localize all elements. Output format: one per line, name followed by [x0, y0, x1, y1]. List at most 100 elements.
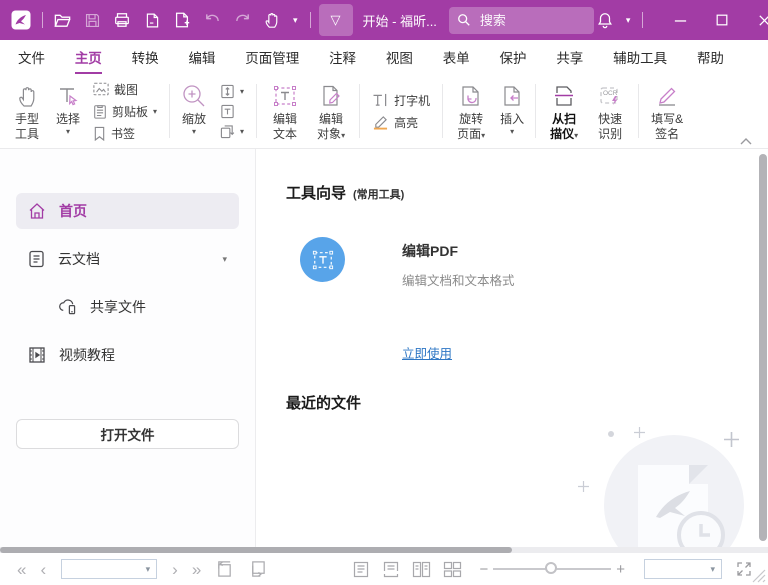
- print-icon[interactable]: [111, 9, 133, 31]
- menu-edit[interactable]: 编辑: [188, 39, 215, 75]
- insert-pages-button[interactable]: 插入 ▾: [500, 74, 524, 148]
- menu-convert[interactable]: 转换: [132, 39, 159, 75]
- zoom-slider-knob[interactable]: [545, 562, 557, 574]
- fit-width-button[interactable]: [220, 104, 244, 119]
- rotate-view-button[interactable]: ▾: [220, 124, 244, 139]
- menu-comment[interactable]: 注释: [329, 39, 356, 75]
- fit-width-icon: [220, 104, 235, 119]
- maximize-button[interactable]: [709, 7, 735, 33]
- notifications-caret-icon[interactable]: ▾: [626, 15, 631, 26]
- menu-home[interactable]: 主页: [75, 39, 102, 75]
- zoom-button[interactable]: 缩放 ▾: [181, 74, 207, 148]
- notifications-bell-icon[interactable]: [594, 9, 616, 31]
- edit-object-button[interactable]: 编辑对象▾: [314, 74, 348, 148]
- collapse-ribbon-button[interactable]: [740, 138, 752, 145]
- zoom-slider-track[interactable]: [493, 568, 611, 570]
- clipboard-caret-icon: ▾: [153, 107, 157, 116]
- sidebar-item-home[interactable]: 首页: [16, 193, 239, 229]
- vertical-scrollbar[interactable]: [759, 154, 767, 541]
- zoom-slider[interactable]: − +: [474, 562, 630, 577]
- fill-sign-button[interactable]: 填写&签名: [650, 74, 684, 148]
- last-page-button[interactable]: »: [192, 561, 201, 578]
- minimize-button[interactable]: [667, 7, 693, 33]
- menu-view[interactable]: 视图: [386, 39, 413, 75]
- menu-form[interactable]: 表单: [443, 39, 470, 75]
- sparkle-icon: [634, 427, 645, 438]
- continuous-view-button[interactable]: [382, 561, 400, 578]
- facing-view-button[interactable]: [412, 561, 431, 578]
- titlebar-divider: [310, 12, 311, 28]
- menu-protect[interactable]: 保护: [500, 39, 527, 75]
- undo-icon[interactable]: [201, 9, 223, 31]
- ribbon-mode-toggle[interactable]: ▽: [319, 4, 353, 36]
- cloud-document-icon: [28, 250, 45, 268]
- screenshot-icon: [93, 82, 109, 96]
- facing-continuous-view-button[interactable]: [443, 561, 462, 578]
- close-button[interactable]: [751, 7, 768, 33]
- redo-icon[interactable]: [231, 9, 253, 31]
- page-number-dropdown[interactable]: ▾: [61, 559, 157, 579]
- hand-tool-button[interactable]: 手型工具: [10, 74, 44, 148]
- first-page-button[interactable]: «: [17, 561, 26, 578]
- select-text-icon: [56, 82, 80, 110]
- zoom-level-caret-icon: ▾: [710, 564, 715, 575]
- bookmark-button[interactable]: 书签: [93, 125, 157, 142]
- facing-pages-icon: [412, 561, 431, 578]
- zoom-in-icon[interactable]: +: [616, 562, 625, 577]
- foxit-logo-icon: [10, 9, 32, 31]
- fit-page-caret-icon: ▾: [240, 87, 244, 96]
- menu-accessibility[interactable]: 辅助工具: [613, 39, 667, 75]
- typewriter-icon: [372, 93, 389, 107]
- clipboard-icon: [93, 104, 107, 119]
- fit-page-button[interactable]: ▾: [220, 84, 244, 99]
- menu-help[interactable]: 帮助: [697, 39, 724, 75]
- document-tab[interactable]: 开始 - 福昕...: [363, 11, 437, 30]
- search-input[interactable]: [478, 12, 578, 29]
- screenshot-button[interactable]: 截图: [93, 81, 157, 98]
- rotate-pages-button[interactable]: 旋转页面▾: [454, 74, 488, 148]
- zoom-out-icon[interactable]: −: [479, 562, 488, 577]
- sidebar-item-cloud-docs[interactable]: 云文档 ▾: [16, 241, 239, 277]
- sidebar-item-shared-files[interactable]: 共享文件: [16, 289, 239, 325]
- new-document-icon[interactable]: [171, 9, 193, 31]
- window-resize-grip[interactable]: [749, 566, 766, 583]
- single-page-view-button[interactable]: [352, 561, 370, 578]
- cloud-docs-caret-icon[interactable]: ▾: [222, 254, 227, 265]
- video-tutorial-icon: [28, 346, 46, 364]
- sidebar-item-video-tutorials[interactable]: 视频教程: [16, 337, 239, 373]
- clipboard-button[interactable]: 剪贴板 ▾: [93, 103, 157, 120]
- sidebar: 首页 云文档 ▾ 共享文件 视频教程 打开文件: [0, 149, 256, 547]
- typewriter-button[interactable]: 打字机: [372, 92, 430, 109]
- hand-tool-caret-icon[interactable]: ▾: [293, 15, 298, 26]
- search-box[interactable]: [449, 7, 594, 34]
- vertical-scrollbar-thumb[interactable]: [759, 154, 767, 541]
- hand-pointer-icon[interactable]: [261, 9, 283, 31]
- export-page-icon[interactable]: [141, 9, 163, 31]
- menu-file[interactable]: 文件: [18, 39, 45, 75]
- next-page-button[interactable]: ›: [172, 561, 178, 578]
- bookmark-icon: [93, 126, 106, 141]
- highlight-button[interactable]: 高亮: [372, 114, 430, 131]
- open-file-icon[interactable]: [51, 9, 73, 31]
- previous-page-button[interactable]: ‹: [40, 561, 46, 578]
- main-panel: 工具向导 (常用工具) 编辑PDF 编辑文档和文本格式 立即使用 最近的文件: [256, 149, 768, 547]
- ocr-icon: OCR: [597, 82, 623, 110]
- zoom-magnifier-icon: [181, 82, 207, 110]
- select-tool-button[interactable]: 选择 ▾: [56, 74, 80, 148]
- open-file-button[interactable]: 打开文件: [16, 419, 239, 449]
- save-icon[interactable]: [81, 9, 103, 31]
- ribbon-separator: [169, 84, 170, 138]
- use-now-link[interactable]: 立即使用: [402, 343, 452, 362]
- menu-page-manage[interactable]: 页面管理: [245, 39, 299, 75]
- quick-ocr-button[interactable]: OCR 快速识别: [593, 74, 627, 148]
- fit-page-group: ▾ ▾: [220, 74, 244, 148]
- edit-text-button[interactable]: 编辑文本: [268, 74, 302, 148]
- menu-share[interactable]: 共享: [556, 39, 583, 75]
- next-view-button[interactable]: [247, 560, 268, 578]
- from-scanner-button[interactable]: 从扫描仪▾: [547, 74, 581, 148]
- edit-pdf-card[interactable]: 编辑PDF 编辑文档和文本格式 立即使用: [300, 237, 768, 363]
- ribbon-separator: [535, 84, 536, 138]
- previous-view-button[interactable]: [214, 560, 235, 578]
- ribbon-separator: [256, 84, 257, 138]
- zoom-level-dropdown[interactable]: ▾: [644, 559, 722, 579]
